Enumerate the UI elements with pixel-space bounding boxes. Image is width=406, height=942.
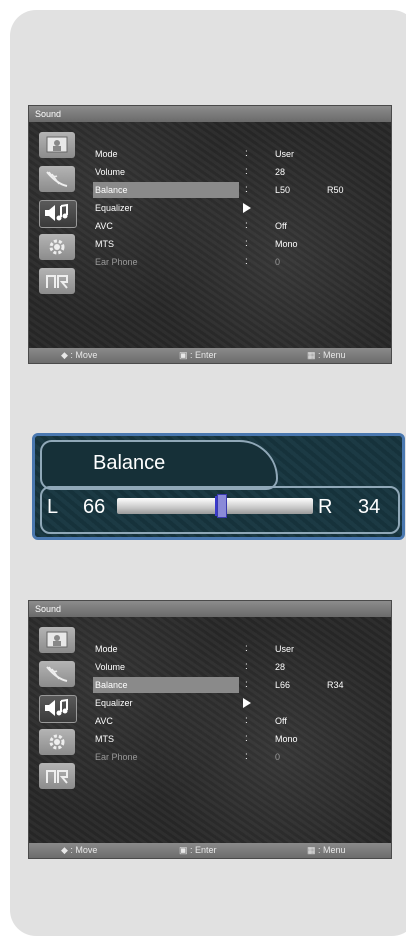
item-value: 28 xyxy=(275,167,286,177)
input-icon[interactable] xyxy=(33,759,83,791)
item-value: Mono xyxy=(275,239,298,249)
menu-title: Sound xyxy=(29,106,391,122)
item-colon: : xyxy=(245,166,248,177)
item-label: Ear Phone xyxy=(95,752,138,762)
footer-menu-hint: ▦ : Menu xyxy=(307,845,346,855)
picture-icon[interactable] xyxy=(33,128,83,160)
item-colon: : xyxy=(245,715,248,726)
item-colon: : xyxy=(245,148,248,159)
item-label: Equalizer xyxy=(95,698,133,708)
item-label: Volume xyxy=(95,167,126,177)
item-label: Balance xyxy=(93,677,239,693)
menu-footer: ◆ : Move ▣ : Enter ▦ : Menu xyxy=(29,348,391,363)
item-label: Balance xyxy=(93,182,239,198)
balance-slider-handle[interactable] xyxy=(217,494,227,518)
item-label: MTS xyxy=(95,239,114,249)
item-colon: : xyxy=(245,220,248,231)
submenu-arrow-icon xyxy=(243,203,251,213)
settings-gear-icon[interactable] xyxy=(33,725,83,757)
input-icon[interactable] xyxy=(33,264,83,296)
footer-move-hint: ◆ : Move xyxy=(61,845,98,855)
sound-menu-2: Sound Mode : User Volume : 28 Balance: … xyxy=(29,601,391,858)
picture-icon[interactable] xyxy=(33,623,83,655)
right-channel-label: R xyxy=(318,496,333,518)
balance-popup: Balance L 66 R 34 xyxy=(32,433,405,540)
item-value: Off xyxy=(275,716,287,726)
item-value: Mono xyxy=(275,734,298,744)
item-label: Ear Phone xyxy=(95,257,138,267)
left-channel-label: L xyxy=(47,496,59,518)
item-label: Mode xyxy=(95,149,118,159)
item-value: 0 xyxy=(275,752,281,762)
item-colon: : xyxy=(245,751,248,762)
sound-icon[interactable] xyxy=(33,691,83,723)
item-colon: : xyxy=(245,733,248,744)
item-label: Mode xyxy=(95,644,118,654)
item-label: Volume xyxy=(95,662,126,672)
footer-enter-hint: ▣ : Enter xyxy=(179,845,217,855)
item-value: User xyxy=(275,644,295,654)
menu-footer: ◆ : Move ▣ : Enter ▦ : Menu xyxy=(29,843,391,858)
item-value: L66 xyxy=(275,680,291,690)
item-label: Equalizer xyxy=(95,203,133,213)
right-channel-value: 34 xyxy=(358,496,381,518)
item-label: AVC xyxy=(95,716,113,726)
sound-icon[interactable] xyxy=(33,196,83,228)
item-value: Off xyxy=(275,221,287,231)
submenu-arrow-icon xyxy=(243,698,251,708)
footer-menu-hint: ▦ : Menu xyxy=(307,350,346,360)
antenna-icon[interactable] xyxy=(33,657,83,689)
popup-title: Balance xyxy=(93,452,166,474)
item-label: AVC xyxy=(95,221,113,231)
sound-menu-1: Sound Mode : User Volume : 28 Balance: … xyxy=(29,106,391,363)
item-value: 28 xyxy=(275,662,286,672)
footer-move-hint: ◆ : Move xyxy=(61,350,98,360)
item-value: L50 xyxy=(275,185,291,195)
item-value: User xyxy=(275,149,295,159)
item-value-right: R50 xyxy=(327,185,344,195)
item-value-right: R34 xyxy=(327,680,344,690)
item-label: MTS xyxy=(95,734,114,744)
item-colon: : xyxy=(245,679,248,690)
footer-enter-hint: ▣ : Enter xyxy=(179,350,217,360)
antenna-icon[interactable] xyxy=(33,162,83,194)
item-colon: : xyxy=(245,238,248,249)
item-colon: : xyxy=(245,184,248,195)
menu-title: Sound xyxy=(29,601,391,617)
item-colon: : xyxy=(245,256,248,267)
settings-gear-icon[interactable] xyxy=(33,230,83,262)
item-colon: : xyxy=(245,643,248,654)
item-value: 0 xyxy=(275,257,281,267)
left-channel-value: 66 xyxy=(83,496,106,518)
item-colon: : xyxy=(245,661,248,672)
